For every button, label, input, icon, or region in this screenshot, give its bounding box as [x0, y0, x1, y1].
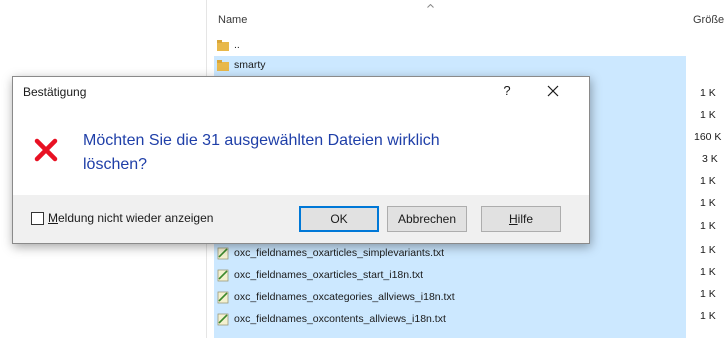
- column-header-size[interactable]: Größe: [693, 14, 724, 26]
- dialog-title: Bestätigung: [23, 85, 87, 99]
- dialog-body: Möchten Sie die 31 ausgewählten Dateien …: [13, 107, 589, 183]
- file-name: oxc_fieldnames_oxcategories_allviews_i18…: [234, 291, 455, 303]
- dont-show-again-checkbox[interactable]: Meldung nicht wieder anzeigen: [31, 211, 213, 225]
- file-size: 1 K: [700, 175, 716, 187]
- file-size: 1 K: [700, 220, 716, 232]
- message-line-1: Möchten Sie die 31 ausgewählten Dateien …: [83, 132, 440, 149]
- file-name: oxc_fieldnames_oxarticles_simplevariants…: [234, 247, 445, 259]
- file-row[interactable]: oxc_fieldnames_oxcategories_allviews_i18…: [216, 288, 455, 306]
- file-row[interactable]: oxc_fieldnames_oxarticles_simplevariants…: [216, 244, 444, 262]
- file-size: 1 K: [700, 310, 716, 322]
- checkbox-label-rest: eldung nicht wieder anzeigen: [58, 211, 214, 225]
- text-file-icon: [217, 247, 229, 260]
- file-name: ..: [234, 39, 240, 51]
- cancel-button[interactable]: Abbrechen: [387, 206, 467, 232]
- checkbox-label: Meldung nicht wieder anzeigen: [48, 211, 213, 225]
- help-title-button[interactable]: ?: [495, 81, 519, 101]
- file-size: 1 K: [700, 197, 716, 209]
- column-header-name[interactable]: Name: [218, 14, 247, 26]
- dialog-message: Möchten Sie die 31 ausgewählten Dateien …: [83, 129, 523, 177]
- file-size: 160 K: [694, 131, 722, 143]
- file-size: 1 K: [700, 288, 716, 300]
- file-size: 1 K: [700, 244, 716, 256]
- help-button[interactable]: Hilfe: [481, 206, 561, 232]
- file-row-folder[interactable]: smarty: [216, 56, 266, 74]
- parent-folder-icon: [217, 40, 229, 51]
- sort-arrow-icon: [427, 4, 434, 8]
- text-file-icon: [217, 291, 229, 304]
- help-accel: H: [508, 212, 518, 226]
- help-label-rest: ilfe: [517, 212, 533, 226]
- file-size: 3 K: [702, 153, 718, 165]
- folder-icon: [217, 60, 229, 71]
- file-size: 1 K: [700, 109, 716, 121]
- file-name: smarty: [234, 59, 266, 71]
- file-name: oxc_fieldnames_oxarticles_start_i18n.txt: [234, 269, 424, 281]
- file-row[interactable]: oxc_fieldnames_oxcontents_allviews_i18n.…: [216, 310, 446, 328]
- confirm-dialog: Bestätigung ? Möchten Sie die 31 ausgewä…: [12, 76, 590, 244]
- dialog-footer: Meldung nicht wieder anzeigen OK Abbrech…: [13, 195, 589, 243]
- checkbox-accel: M: [48, 211, 58, 225]
- file-name: oxc_fieldnames_oxcontents_allviews_i18n.…: [234, 313, 446, 325]
- file-row-parent[interactable]: ..: [216, 36, 240, 54]
- text-file-icon: [217, 269, 229, 282]
- message-line-2: löschen?: [83, 156, 148, 173]
- file-size: 1 K: [700, 266, 716, 278]
- file-row[interactable]: oxc_fieldnames_oxarticles_start_i18n.txt: [216, 266, 423, 284]
- checkbox-box[interactable]: [31, 211, 44, 225]
- file-size: 1 K: [700, 87, 716, 99]
- close-icon[interactable]: [541, 81, 565, 101]
- error-x-icon: [34, 138, 58, 162]
- ok-button[interactable]: OK: [299, 206, 379, 232]
- text-file-icon: [217, 313, 229, 326]
